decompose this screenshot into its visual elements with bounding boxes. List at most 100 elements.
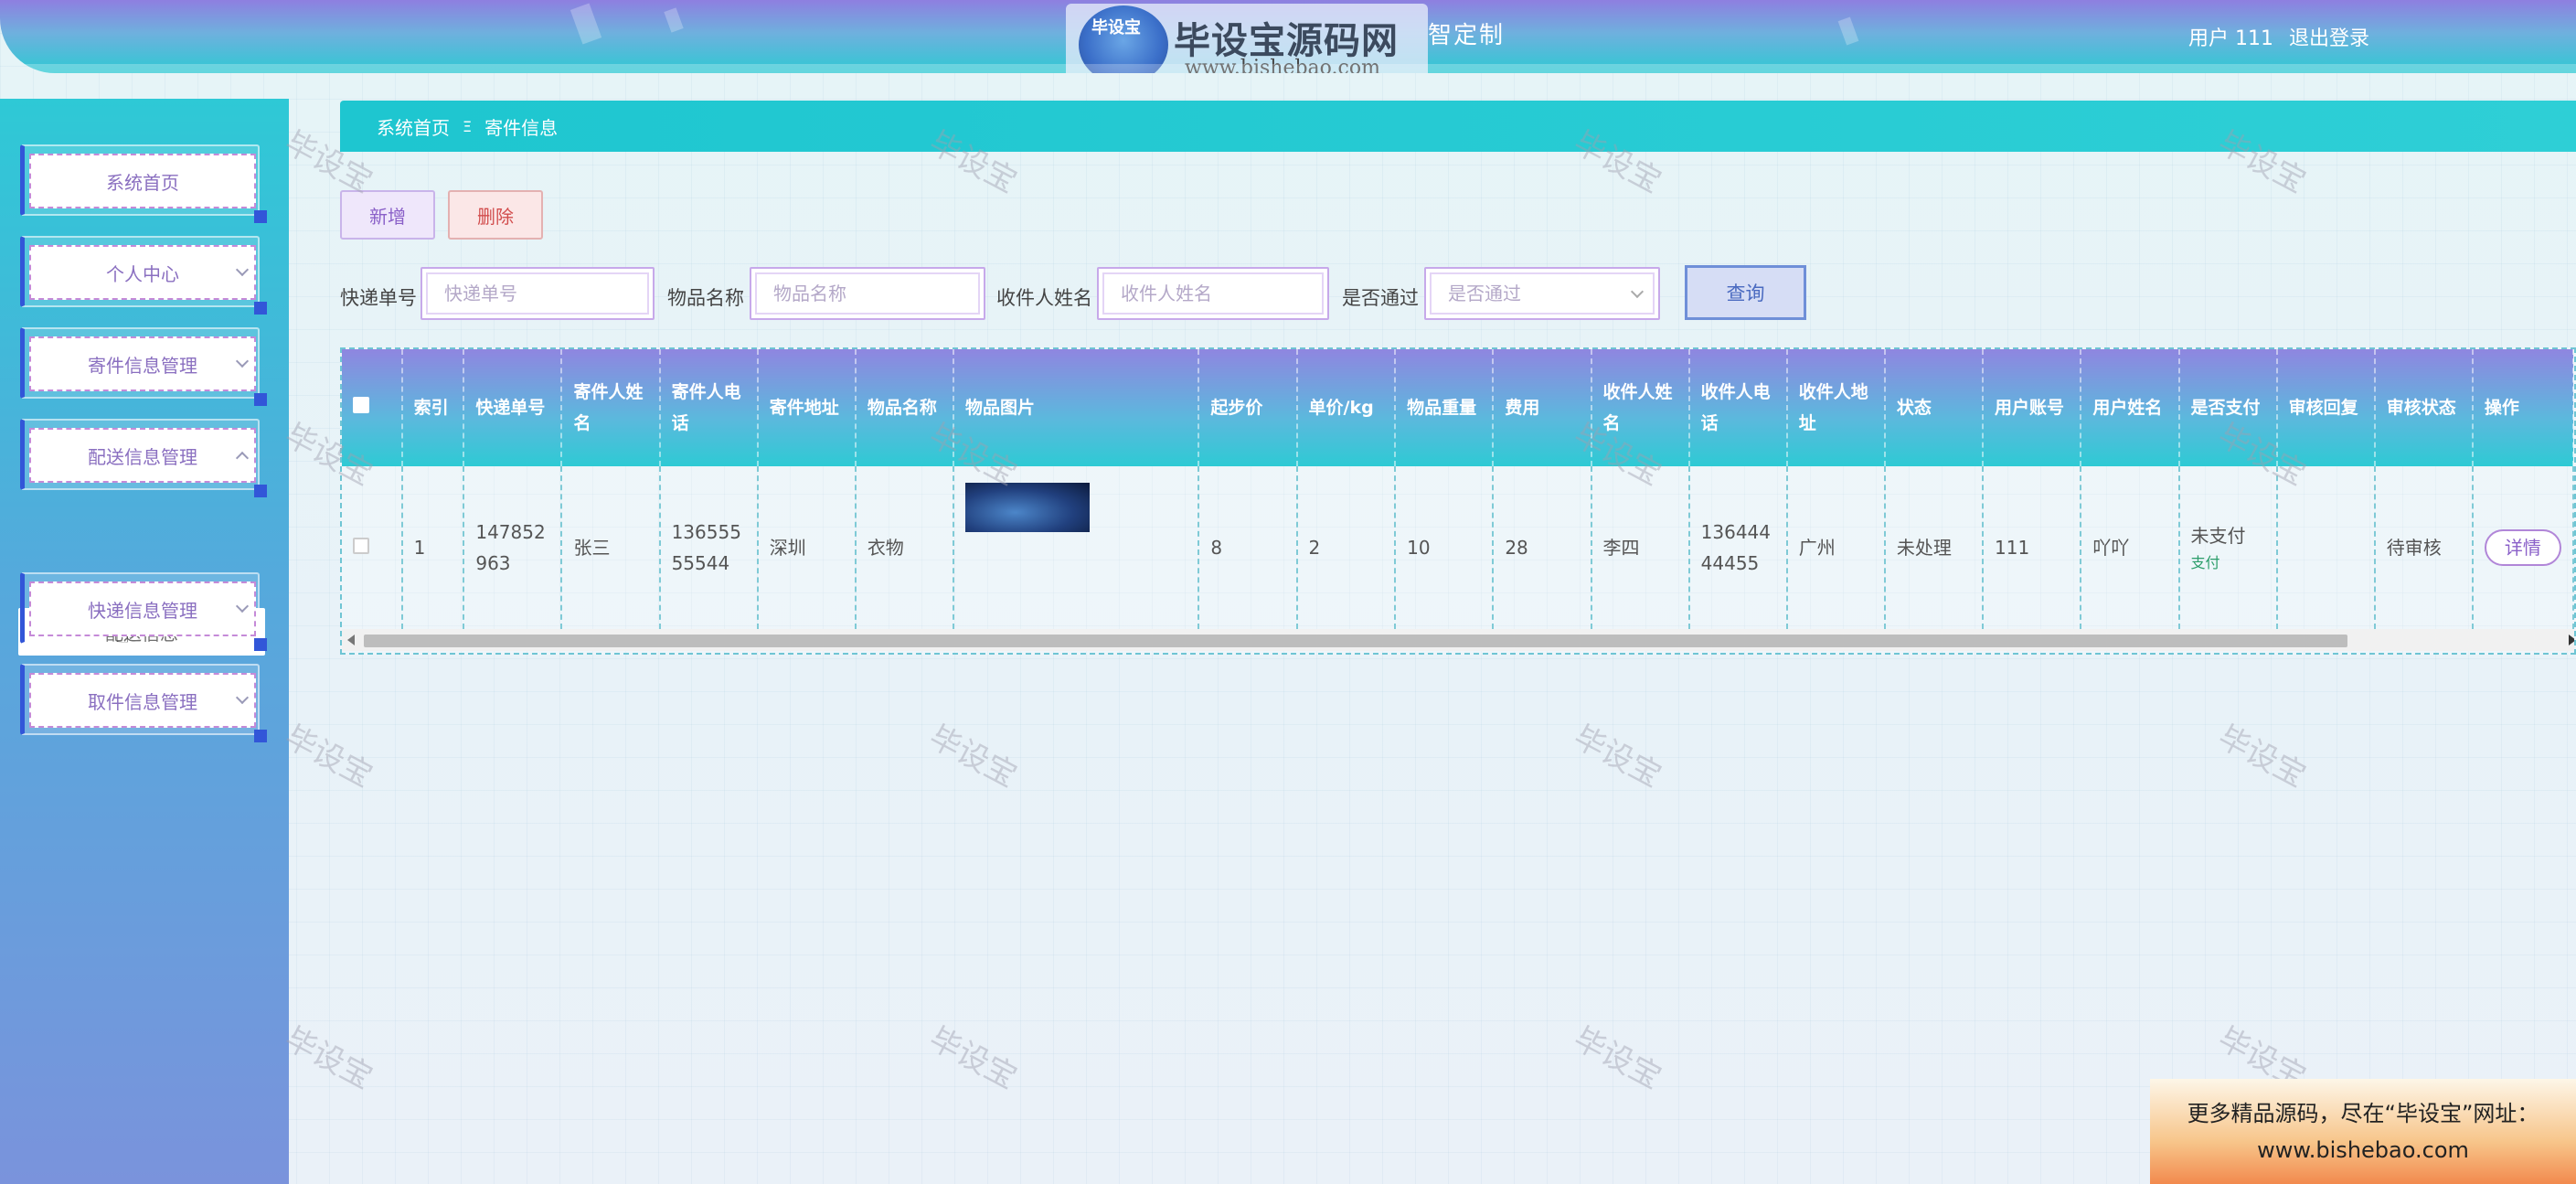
pay-status-text: 未支付 (2190, 525, 2246, 547)
table-header: 用户姓名 (2081, 349, 2180, 466)
table-header: 物品重量 (1395, 349, 1495, 466)
breadcrumb-current: 寄件信息 (484, 116, 559, 139)
receiver-name-input[interactable] (1097, 267, 1329, 320)
table-header: 物品图片 (953, 349, 1200, 466)
data-table: 索引 快递单号 寄件人姓名 寄件人电话 寄件地址 物品名称 物品图片 起步价 单… (340, 347, 2576, 655)
cell-receiver-name: 李四 (1591, 466, 1690, 629)
table-header: 审核回复 (2276, 349, 2376, 466)
search-label-tracking: 快递单号 (340, 287, 417, 309)
detail-button[interactable]: 详情 (2484, 529, 2561, 566)
table-header: 索引 (401, 349, 465, 466)
table-header: 寄件地址 (757, 349, 857, 466)
menu-corner-decoration (254, 302, 267, 315)
add-button[interactable]: 新增 (340, 190, 435, 240)
sidebar-item-label: 个人中心 (29, 245, 256, 300)
cell-pay-status: 未支付 支付 (2178, 466, 2278, 629)
horizontal-scrollbar[interactable] (342, 629, 2574, 651)
sidebar-item-label: 寄件信息管理 (29, 336, 256, 391)
cell-review-status: 待审核 (2374, 466, 2474, 629)
approved-select[interactable] (1424, 267, 1660, 320)
cell-tracking-no: 147852963 (463, 466, 563, 629)
breadcrumb: 系统首页 Ξ 寄件信息 (340, 101, 2576, 152)
cell-index: 1 (401, 466, 465, 629)
table-header: 收件人姓名 (1591, 349, 1690, 466)
cell-weight: 10 (1395, 466, 1495, 629)
scroll-left-icon[interactable] (347, 635, 355, 645)
row-select[interactable] (342, 466, 403, 629)
scroll-right-icon[interactable] (2569, 635, 2574, 645)
sidebar-item-label: 取件信息管理 (29, 673, 256, 728)
table-header: 寄件人电话 (659, 349, 759, 466)
promo-line-1: 更多精品源码，尽在“毕设宝”网址： (2187, 1100, 2539, 1126)
table-header: 状态 (1884, 349, 1985, 466)
cell-sender-address: 深圳 (757, 466, 857, 629)
approved-select-field[interactable] (1426, 269, 1658, 318)
table-header: 审核状态 (2374, 349, 2474, 466)
scrollbar-thumb[interactable] (364, 635, 2347, 647)
search-label-approved: 是否通过 (1342, 287, 1419, 309)
table-header: 操作 (2472, 349, 2574, 466)
delete-button[interactable]: 删除 (448, 190, 543, 240)
cell-review-reply (2276, 466, 2376, 629)
pay-link[interactable]: 支付 (2191, 551, 2265, 575)
logo-seal-text: 毕设宝 (1091, 18, 1141, 37)
breadcrumb-home[interactable]: 系统首页 (377, 113, 450, 140)
menu-corner-decoration (254, 638, 267, 651)
table-header: 寄件人姓名 (561, 349, 661, 466)
promo-banner[interactable]: 更多精品源码，尽在“毕设宝”网址： www.bishebao.com (2150, 1079, 2576, 1184)
sidebar-item-send-info[interactable]: 寄件信息管理 (20, 327, 267, 406)
logout-link[interactable]: 退出登录 (2289, 27, 2369, 50)
table-header: 收件人电话 (1688, 349, 1788, 466)
item-name-field[interactable] (751, 269, 984, 318)
sidebar-item-personal-center[interactable]: 个人中心 (20, 236, 267, 315)
sidebar-item-pickup-manage[interactable]: 取件信息管理 (20, 664, 267, 742)
item-image-thumbnail[interactable] (964, 483, 1090, 532)
query-button[interactable]: 查询 (1685, 265, 1806, 320)
sidebar-item-express-manage[interactable]: 快递信息管理 (20, 572, 267, 651)
cell-base-price: 8 (1198, 466, 1298, 629)
menu-corner-decoration (254, 485, 267, 497)
item-name-input[interactable] (750, 267, 985, 320)
cell-item-image (953, 466, 1200, 629)
select-all-checkbox[interactable] (353, 397, 369, 413)
table-header: 快递单号 (463, 349, 563, 466)
table-header: 收件人地址 (1786, 349, 1886, 466)
cell-sender-name: 张三 (561, 466, 661, 629)
sidebar-item-label: 配送信息管理 (29, 428, 256, 483)
search-label-receiver-name: 收件人姓名 (996, 287, 1092, 309)
cell-receiver-address: 广州 (1786, 466, 1886, 629)
table-header: 单价/kg (1296, 349, 1397, 466)
sidebar-item-label: 系统首页 (29, 154, 256, 208)
table-row: 1 147852963 张三 13655555544 深圳 衣物 8 2 10 … (342, 466, 2574, 629)
tracking-number-field[interactable] (422, 269, 653, 318)
cell-unit-price: 2 (1296, 466, 1397, 629)
table-header: 起步价 (1198, 349, 1298, 466)
system-title: 智定制 (1428, 22, 1506, 49)
table-header: 用户账号 (1983, 349, 2082, 466)
cell-status: 未处理 (1884, 466, 1985, 629)
tracking-number-input[interactable] (420, 267, 655, 320)
logo-url: www.bishebao.com (1185, 57, 1380, 73)
header-decoration (664, 7, 684, 33)
header-select-all[interactable] (342, 349, 403, 466)
receiver-name-field[interactable] (1099, 269, 1327, 318)
top-header: 毕设宝 毕设宝源码网 www.bishebao.com 智定制 用户 111 退… (0, 0, 2576, 73)
menu-corner-decoration (254, 730, 267, 742)
promo-line-2: www.bishebao.com (2257, 1136, 2469, 1163)
cell-actions: 详情 (2472, 466, 2574, 629)
sidebar-item-delivery-info[interactable]: 配送信息管理 (20, 419, 267, 497)
header-decoration (1837, 16, 1859, 46)
header-decoration (569, 3, 602, 45)
sidebar-item-label: 快递信息管理 (29, 581, 256, 636)
search-label-item-name: 物品名称 (667, 287, 744, 309)
cell-receiver-phone: 13644444455 (1688, 466, 1788, 629)
row-checkbox[interactable] (353, 538, 369, 554)
user-label: 用户 111 (2187, 27, 2273, 50)
cell-item-name: 衣物 (855, 466, 954, 629)
menu-corner-decoration (254, 210, 267, 223)
sidebar-item-home[interactable]: 系统首页 (20, 144, 267, 223)
cell-user-account: 111 (1983, 466, 2082, 629)
cell-sender-phone: 13655555544 (659, 466, 759, 629)
breadcrumb-separator: Ξ (463, 117, 473, 135)
cell-fee: 28 (1493, 466, 1592, 629)
